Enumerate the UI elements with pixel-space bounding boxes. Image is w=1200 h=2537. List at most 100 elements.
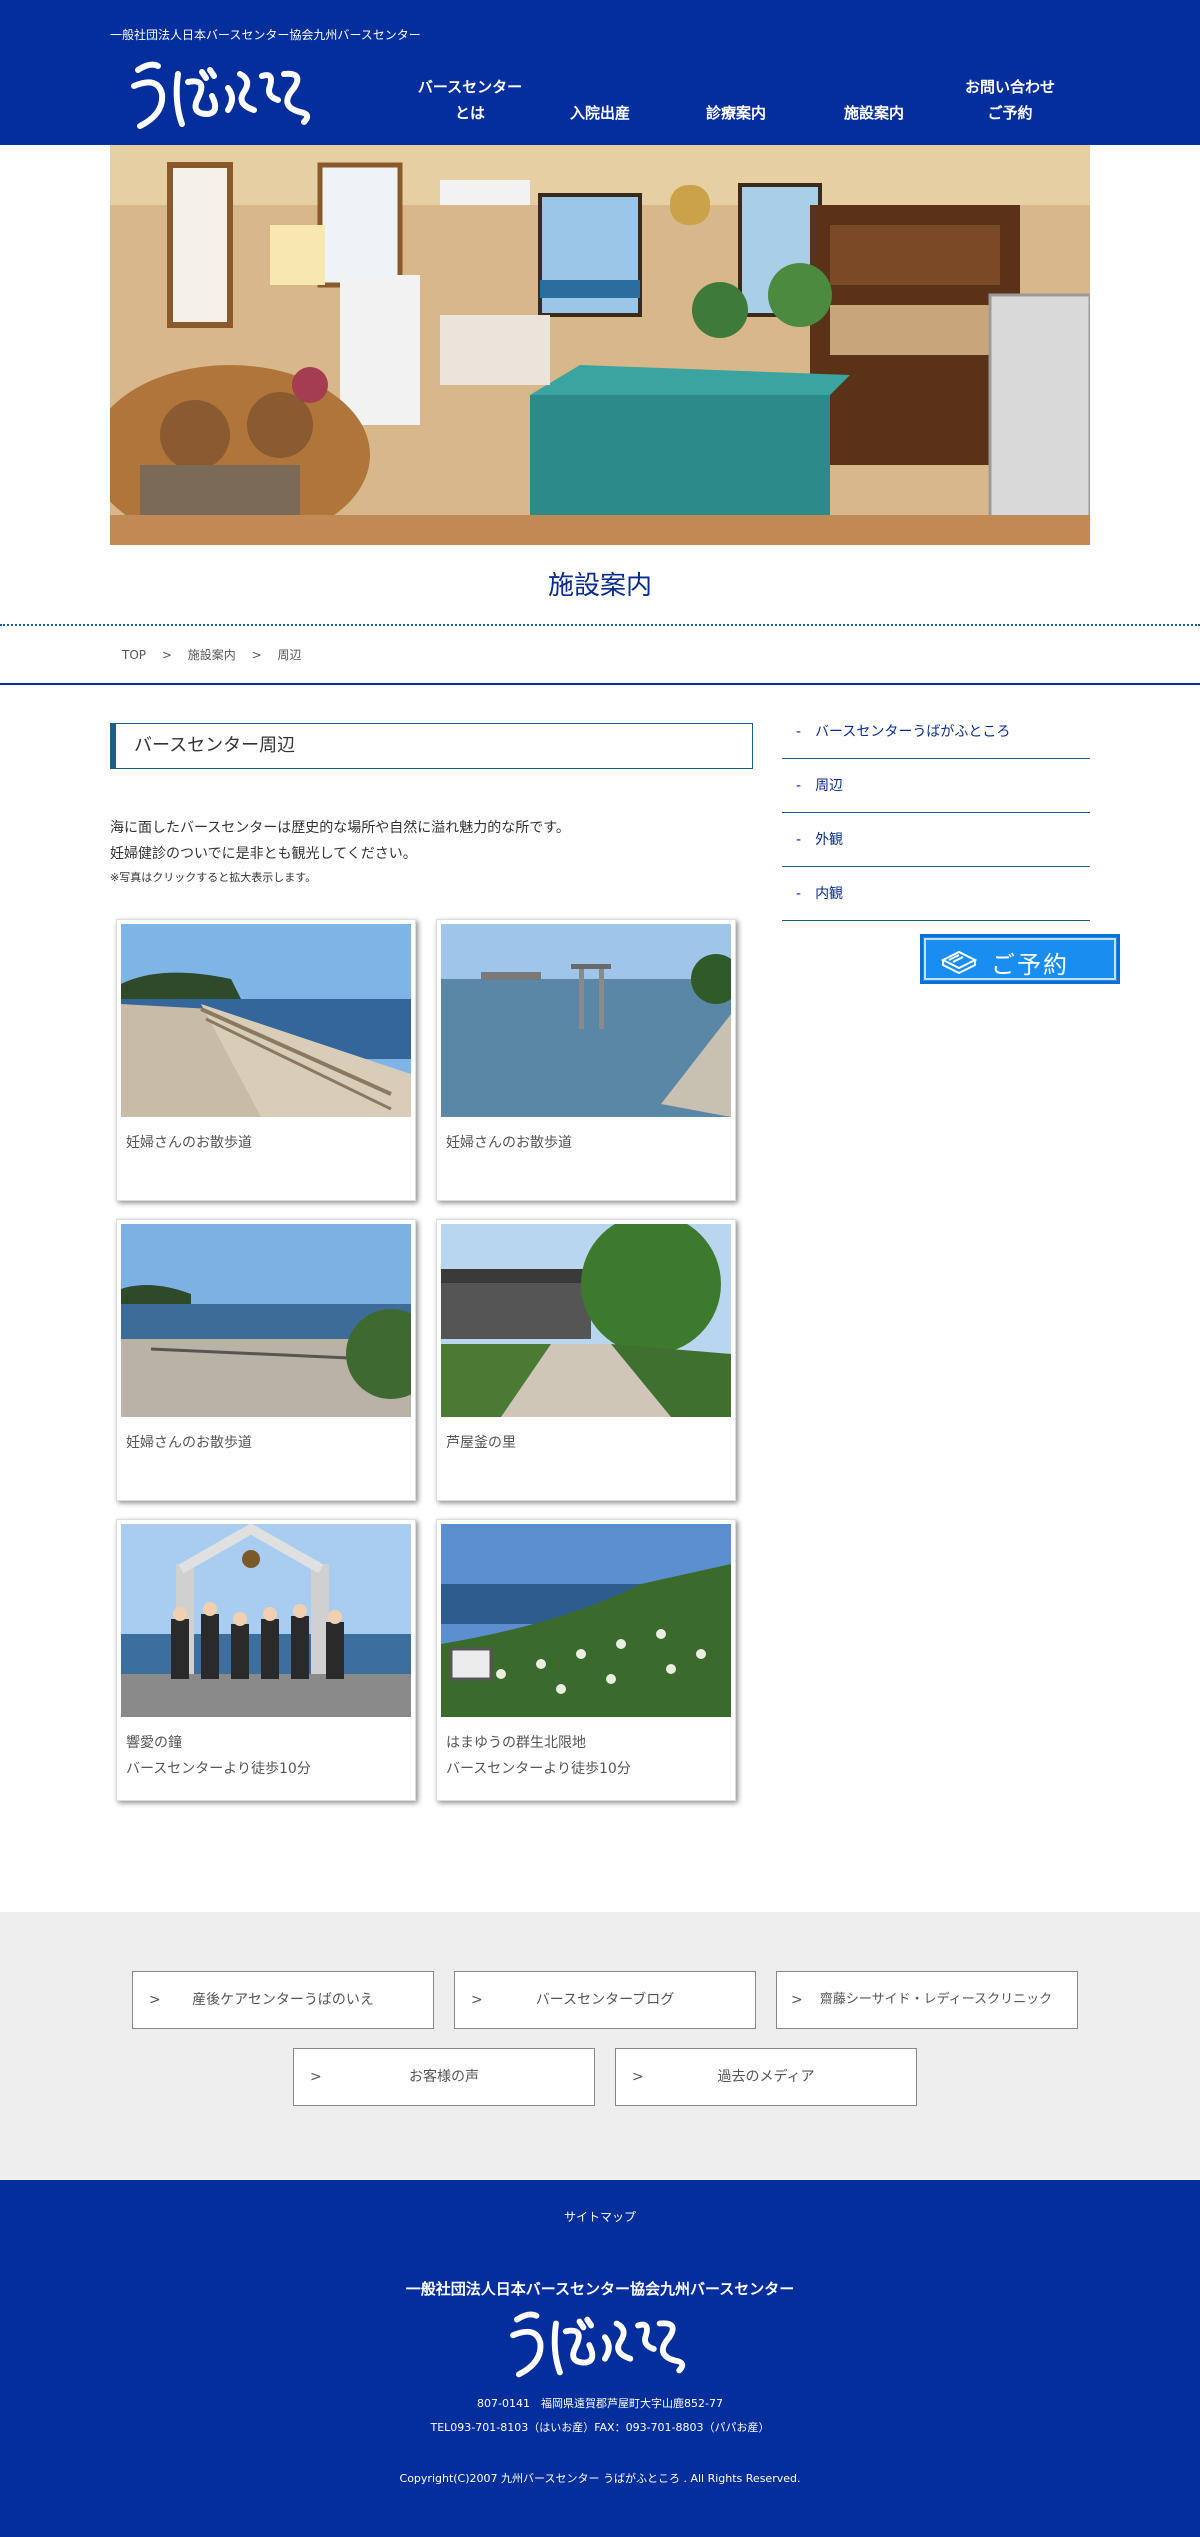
site-logo[interactable] — [128, 52, 318, 142]
page-title: 施設案内 — [547, 571, 652, 601]
link-label: 齋藤シーサイド・レディースクリニック — [819, 1992, 1053, 2007]
sidebar-item-label: バースセンターうばがふところ — [815, 724, 1011, 740]
photo-card[interactable]: 響愛の鐘 バースセンターより徒歩10分 — [116, 1519, 416, 1801]
link-clinic[interactable]: > 齋藤シーサイド・レディースクリニック — [776, 1971, 1078, 2029]
site-footer: サイトマップ 一般社団法人日本バースセンター協会九州バースセンター 807-01… — [0, 2180, 1200, 2537]
chevron-right-icon: > — [791, 1992, 803, 2008]
nav-label: 入院出産 — [569, 104, 630, 122]
logo-calligraphy-icon — [510, 2311, 686, 2378]
nav-label: お問い合わせ — [964, 78, 1055, 96]
chevron-right-icon: > — [632, 2069, 644, 2085]
card-photo[interactable] — [441, 1224, 731, 1417]
dash-icon: - — [796, 886, 802, 902]
sidebar-item-birth-center[interactable]: - バースセンターうばがふところ — [782, 705, 1090, 759]
header-divider — [0, 683, 1200, 685]
link-media[interactable]: > 過去のメディア — [615, 2048, 917, 2106]
breadcrumb-current: 周辺 — [277, 648, 302, 662]
footer-copyright: Copyright(C)2007 九州バースセンター うばがふところ . All… — [399, 2472, 801, 2485]
book-icon — [940, 950, 978, 974]
photo-card[interactable]: 芦屋釜の里 — [436, 1219, 736, 1501]
hero-room-photo — [110, 145, 1090, 545]
hamayu-field-photo — [441, 1524, 731, 1717]
reserve-button[interactable]: ご予約 — [920, 934, 1120, 984]
caption-line: 芦屋釜の里 — [446, 1435, 516, 1451]
sidebar-item-exterior[interactable]: - 外観 — [782, 813, 1090, 867]
sidebar-item-label: 内観 — [815, 886, 844, 902]
bell-monument-photo — [121, 1524, 411, 1717]
hero-image — [110, 145, 1090, 545]
sidebar-item-label: 外観 — [815, 832, 844, 848]
nav-birth-center[interactable]: バースセンター とは — [410, 74, 530, 126]
card-caption: 響愛の鐘 バースセンターより徒歩10分 — [126, 1730, 311, 1782]
nav-label: 診療案内 — [705, 104, 766, 122]
link-label: 産後ケアセンターうばのいえ — [192, 1992, 374, 2008]
org-name: 一般社団法人日本バースセンター協会九州バースセンター — [110, 28, 421, 42]
card-caption: はまゆうの群生北限地 バースセンターより徒歩10分 — [446, 1730, 631, 1782]
beach-walk-photo — [121, 1224, 411, 1417]
section-heading: バースセンター周辺 — [110, 723, 753, 769]
caption-line: 妊婦さんのお散歩道 — [126, 1135, 252, 1151]
card-photo[interactable] — [121, 924, 411, 1117]
link-label: バースセンターブログ — [535, 1992, 675, 2008]
caption-line: バースセンターより徒歩10分 — [126, 1761, 311, 1777]
breadcrumb-separator: > — [251, 648, 262, 662]
nav-label: ご予約 — [987, 104, 1033, 122]
dash-icon: - — [796, 778, 802, 794]
footer-logo — [505, 2302, 695, 2390]
site-header: 一般社団法人日本バースセンター協会九州バースセンター バースセンター とは 入院… — [0, 0, 1200, 145]
footer-tel: TEL093-701-8103（はいお産）FAX：093-701-8803（パパ… — [430, 2421, 770, 2434]
link-band: > 産後ケアセンターうばのいえ > バースセンターブログ > 齋藤シーサイド・レ… — [0, 1912, 1200, 2180]
nav-label: バースセンター — [417, 78, 523, 96]
link-blog[interactable]: > バースセンターブログ — [454, 1971, 756, 2029]
link-label: 過去のメディア — [717, 2069, 815, 2085]
breadcrumb-separator: > — [161, 648, 172, 662]
nav-medical[interactable]: 診療案内 — [686, 100, 786, 126]
card-caption: 妊婦さんのお散歩道 — [126, 1130, 252, 1156]
breadcrumb-top[interactable]: TOP — [122, 648, 146, 662]
dash-icon: - — [796, 832, 802, 848]
chevron-right-icon: > — [471, 1992, 483, 2008]
card-caption: 妊婦さんのお散歩道 — [446, 1130, 572, 1156]
photo-card[interactable]: はまゆうの群生北限地 バースセンターより徒歩10分 — [436, 1519, 736, 1801]
sidebar-item-label: 周辺 — [815, 778, 844, 794]
link-testimonials[interactable]: > お客様の声 — [293, 2048, 595, 2106]
footer-address-block: 807-0141 福岡県遠賀郡芦屋町大字山鹿852-77 TEL093-701-… — [0, 2392, 1200, 2440]
intro-line: 海に面したバースセンターは歴史的な場所や自然に溢れ魅力的な所です。 — [110, 820, 570, 836]
card-photo[interactable] — [441, 924, 731, 1117]
reserve-label: ご予約 — [991, 951, 1069, 979]
dotted-divider — [0, 624, 1200, 626]
nav-admission[interactable]: 入院出産 — [550, 100, 650, 126]
breadcrumb-facility[interactable]: 施設案内 — [188, 648, 236, 662]
card-caption: 妊婦さんのお散歩道 — [126, 1430, 252, 1456]
card-caption: 芦屋釜の里 — [446, 1430, 516, 1456]
card-photo[interactable] — [121, 1224, 411, 1417]
photo-card[interactable]: 妊婦さんのお散歩道 — [116, 1219, 416, 1501]
sidebar-item-interior[interactable]: - 内観 — [782, 867, 1090, 921]
intro-note: ※写真はクリックすると拡大表示します。 — [110, 871, 317, 884]
nav-label: 施設案内 — [843, 104, 904, 122]
photo-card[interactable]: 妊婦さんのお散歩道 — [436, 919, 736, 1201]
sitemap-link[interactable]: サイトマップ — [0, 2208, 1200, 2225]
caption-line: はまゆうの群生北限地 — [446, 1735, 586, 1751]
photo-card[interactable]: 妊婦さんのお散歩道 — [116, 919, 416, 1201]
caption-line: バースセンターより徒歩10分 — [446, 1761, 631, 1777]
link-postpartum-care[interactable]: > 産後ケアセンターうばのいえ — [132, 1971, 434, 2029]
card-photo[interactable] — [441, 1524, 731, 1717]
chevron-right-icon: > — [310, 2069, 322, 2085]
nav-contact[interactable]: お問い合わせ ご予約 — [950, 74, 1070, 126]
caption-line: 響愛の鐘 — [126, 1735, 182, 1751]
ashiya-kama-photo — [441, 1224, 731, 1417]
footer-org-name: 一般社団法人日本バースセンター協会九州バースセンター — [405, 2280, 795, 2298]
nav-facility[interactable]: 施設案内 — [824, 100, 924, 126]
nav-label: とは — [454, 104, 485, 122]
intro-line: 妊婦健診のついでに是非とも観光してください。 — [110, 846, 417, 862]
caption-line: 妊婦さんのお散歩道 — [446, 1135, 572, 1151]
main-nav: バースセンター とは 入院出産 診療案内 施設案内 お問い合わせ ご予約 — [380, 70, 1100, 140]
caption-line: 妊婦さんのお散歩道 — [126, 1435, 252, 1451]
dash-icon: - — [796, 724, 802, 740]
card-photo[interactable] — [121, 1524, 411, 1717]
sidebar-item-surroundings[interactable]: - 周辺 — [782, 759, 1090, 813]
breadcrumb: TOP > 施設案内 > 周辺 — [122, 646, 313, 663]
footer-address: 807-0141 福岡県遠賀郡芦屋町大字山鹿852-77 — [477, 2397, 723, 2410]
coast-path-photo — [121, 924, 411, 1117]
